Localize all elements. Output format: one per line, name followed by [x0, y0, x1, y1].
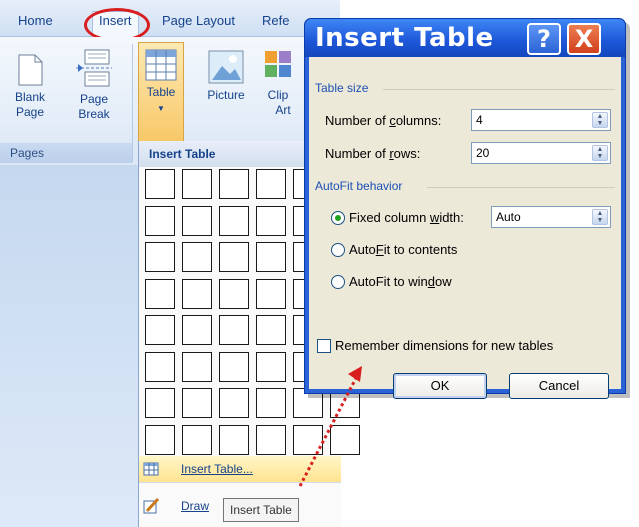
annotation-arrow — [298, 366, 362, 487]
arrow-shaft — [298, 377, 358, 487]
arrow-head-icon — [348, 366, 362, 382]
